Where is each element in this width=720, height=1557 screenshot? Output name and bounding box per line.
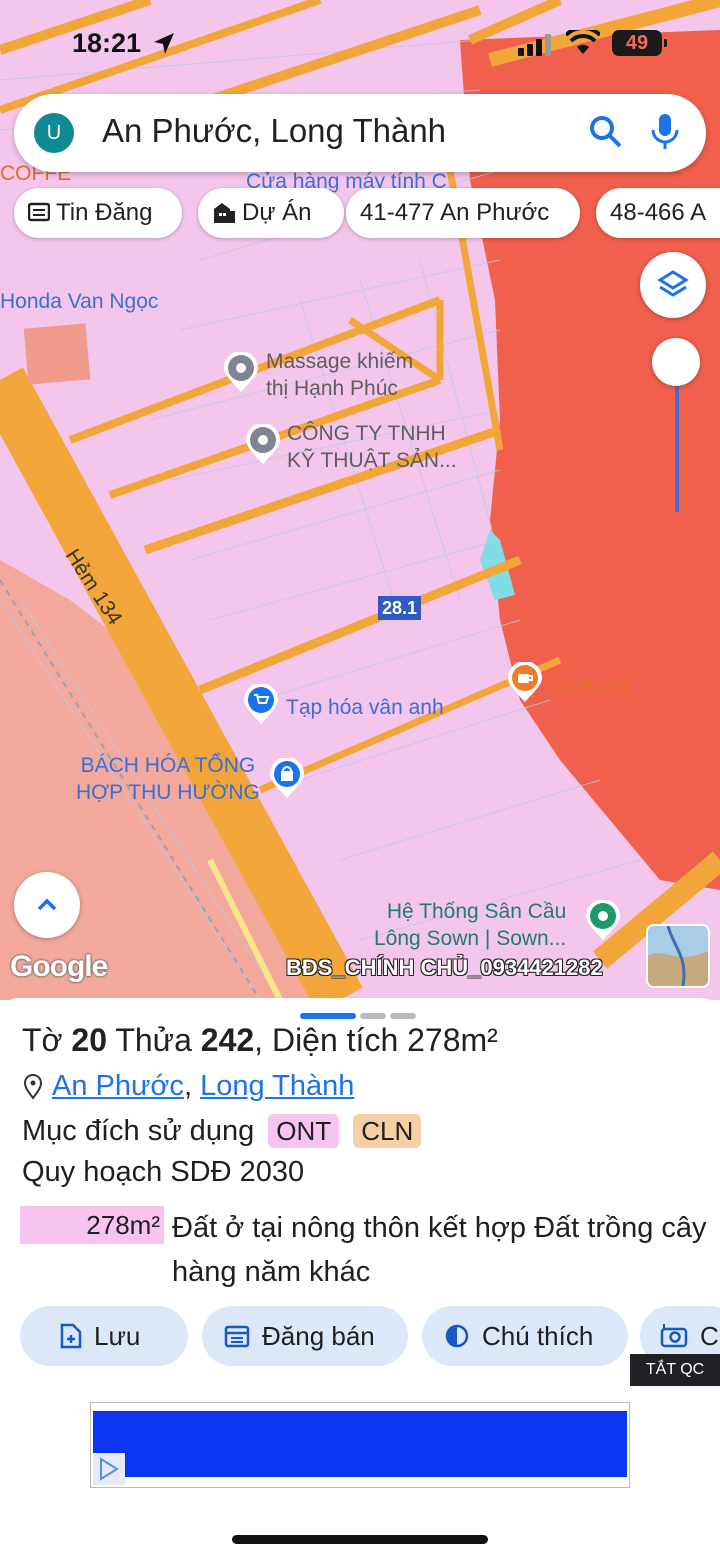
search-bar[interactable]: U An Phước, Long Thành xyxy=(14,94,706,172)
grey-pin-icon[interactable] xyxy=(244,424,282,466)
status-bar: 18:21 49 xyxy=(0,26,720,66)
satellite-thumbnail[interactable] xyxy=(646,924,710,988)
opacity-slider-track[interactable] xyxy=(675,380,679,512)
poi-le-hung[interactable]: Lê Hùng xyxy=(549,674,628,701)
district-link[interactable]: Long Thành xyxy=(200,1070,354,1102)
coffee-pin-icon[interactable] xyxy=(506,662,544,704)
poi-massage[interactable]: Massage khiếm thị Hạnh Phúc xyxy=(266,348,413,402)
avatar[interactable]: U xyxy=(34,113,74,153)
location-pin-icon xyxy=(23,1074,43,1101)
plan-area-badge: 278m² xyxy=(20,1206,164,1244)
microphone-icon[interactable] xyxy=(650,112,680,152)
parcel-location: An Phước, Long Thành xyxy=(22,1070,354,1103)
building-icon xyxy=(214,202,235,223)
poi-honda[interactable]: Honda Van Ngọc xyxy=(0,288,158,315)
opacity-slider-knob[interactable] xyxy=(652,338,700,386)
layers-icon xyxy=(657,270,689,297)
parcel-number-label[interactable]: 28.1 xyxy=(378,596,422,620)
poi-badminton[interactable]: Hệ Thống Sân Cầu Lông Sown | Sown... xyxy=(374,898,566,952)
parcel-title: Tờ 20 Thửa 242, Diện tích 278m² xyxy=(22,1022,498,1058)
chip-tin-dang[interactable]: Tin Đăng xyxy=(14,188,182,238)
post-for-sale-button[interactable]: Đăng bán xyxy=(202,1306,408,1366)
chip-parcel-48-466[interactable]: 48-466 A xyxy=(596,188,720,238)
legend-button[interactable]: Chú thích xyxy=(422,1306,628,1366)
google-logo: Google xyxy=(10,950,108,983)
save-button[interactable]: Lưu xyxy=(20,1306,188,1366)
chip-parcel-41-477[interactable]: 41-477 An Phước xyxy=(346,188,580,238)
ad-banner[interactable] xyxy=(90,1402,630,1488)
parcel-info-sheet[interactable]: Tờ 20 Thửa 242, Diện tích 278m² An Phước… xyxy=(0,998,720,1557)
land-use-purpose: Mục đích sử dụng ONT CLN xyxy=(22,1114,422,1148)
poi-bach-hoa[interactable]: BÁCH HÓA TỔNG HỢP THU HƯỜNG xyxy=(76,752,260,806)
camera-icon xyxy=(660,1324,688,1348)
newspaper-icon xyxy=(28,202,50,221)
watermark: BĐS_CHÍNH CHỦ_0934421282 xyxy=(286,955,603,980)
layers-button[interactable] xyxy=(640,252,706,318)
calendar-icon xyxy=(224,1325,250,1348)
shopping-bag-pin-icon[interactable] xyxy=(268,758,306,800)
chevron-up-icon xyxy=(37,898,57,911)
ad-choices-icon[interactable] xyxy=(93,1453,125,1485)
plan-description: Đất ở tại nông thôn kết hợp Đất trồng câ… xyxy=(172,1212,707,1288)
expand-up-button[interactable] xyxy=(14,872,80,938)
home-indicator[interactable] xyxy=(232,1535,488,1544)
shopping-cart-pin-icon[interactable] xyxy=(242,684,280,726)
tag-ont[interactable]: ONT xyxy=(268,1114,340,1148)
turn-off-ads-button[interactable]: TẮT QC xyxy=(630,1354,720,1386)
grey-pin-icon[interactable] xyxy=(222,352,260,394)
satellite-map-icon xyxy=(648,926,708,986)
tag-cln[interactable]: CLN xyxy=(353,1114,422,1148)
poi-grocery-van-anh[interactable]: Tạp hóa vân anh xyxy=(286,694,444,721)
search-icon[interactable] xyxy=(588,114,624,150)
battery-indicator: 49 xyxy=(612,30,667,56)
add-file-icon xyxy=(60,1323,82,1349)
search-input[interactable]: An Phước, Long Thành xyxy=(102,112,446,150)
poi-company[interactable]: CÔNG TY TNHH KỸ THUẬT SẢN... xyxy=(287,420,457,474)
green-pin-icon[interactable] xyxy=(584,900,622,942)
ad-creative[interactable] xyxy=(93,1411,627,1477)
commune-link[interactable]: An Phước xyxy=(52,1070,184,1102)
chip-du-an[interactable]: Dự Án xyxy=(198,188,344,238)
wifi-icon xyxy=(566,30,600,54)
location-arrow-icon xyxy=(154,33,174,54)
cellular-signal-icon xyxy=(518,34,551,56)
filter-chips: Tin Đăng Dự Án 41-477 An Phước 48-466 A xyxy=(14,188,720,240)
status-time: 18:21 xyxy=(72,28,142,58)
plan-label: Quy hoạch SDĐ 2030 xyxy=(22,1156,305,1188)
map-view[interactable]: Hẻm 134 28.1 Cửa hàng máy tính C COFFE H… xyxy=(0,0,720,1000)
contrast-icon xyxy=(445,1324,469,1348)
